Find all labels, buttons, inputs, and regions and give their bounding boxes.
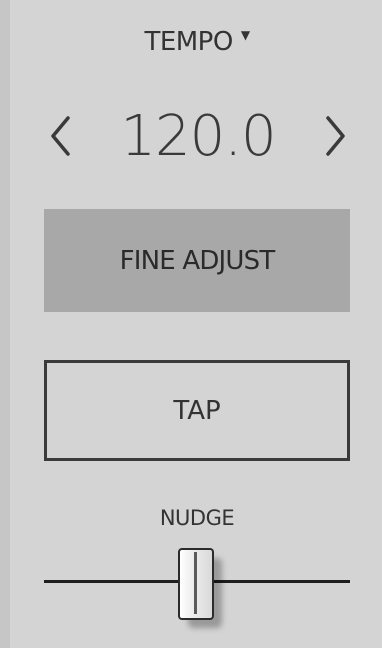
tap-label: TAP <box>173 395 221 426</box>
nudge-handle-groove <box>194 552 197 614</box>
tempo-dropdown[interactable]: TEMPO ▼ <box>44 24 350 60</box>
nudge-label: NUDGE <box>159 506 235 530</box>
tempo-increment-button[interactable] <box>316 108 356 164</box>
chevron-right-icon <box>326 116 345 156</box>
fine-adjust-button[interactable]: FINE ADJUST <box>44 209 350 312</box>
chevron-left-icon <box>51 116 70 156</box>
tempo-decrement-button[interactable] <box>40 108 80 164</box>
tempo-label: TEMPO <box>144 27 233 57</box>
dropdown-caret-icon: ▼ <box>240 28 250 42</box>
tempo-value[interactable]: 120.0 <box>90 96 306 176</box>
fine-adjust-label: FINE ADJUST <box>119 245 276 276</box>
left-edge-strip <box>0 0 10 648</box>
tap-button[interactable]: TAP <box>44 360 350 461</box>
nudge-slider-handle[interactable] <box>178 548 222 628</box>
tempo-control-row: 120.0 <box>40 96 356 176</box>
